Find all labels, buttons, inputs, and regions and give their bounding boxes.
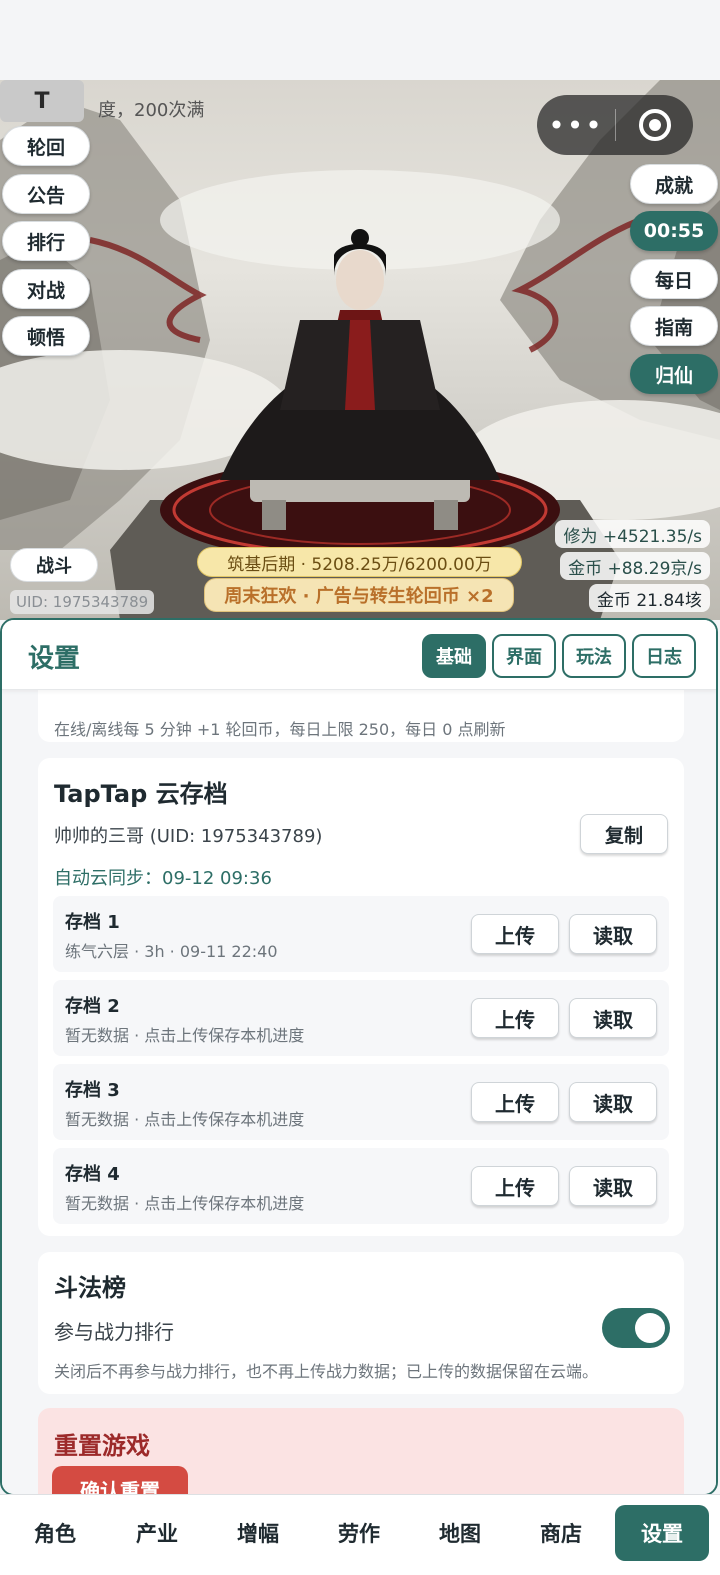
cloud-user: 帅帅的三哥 (UID: 1975343789)	[54, 826, 323, 847]
mini-program-capsule: •••	[537, 95, 693, 155]
announcement-button[interactable]: 公告	[2, 174, 90, 214]
close-capsule-button[interactable]	[616, 109, 693, 141]
settings-title: 设置	[28, 644, 81, 674]
timer-button[interactable]: 00:55	[630, 211, 718, 251]
settings-scroll[interactable]: 在线/离线每 5 分钟 +1 轮回币，每日上限 250，每日 0 点刷新 Tap…	[2, 620, 716, 1494]
realm-progress: 筑基后期 · 5208.25万/6200.00万	[197, 547, 522, 577]
upload-button[interactable]: 上传	[471, 1166, 559, 1206]
confirm-reset-button[interactable]: 确认重置	[52, 1466, 188, 1494]
battle-button[interactable]: 战斗	[10, 548, 98, 582]
nav-settings[interactable]: 设置	[615, 1505, 709, 1561]
load-button[interactable]: 读取	[569, 1166, 657, 1206]
load-button[interactable]: 读取	[569, 914, 657, 954]
ranking-title: 斗法榜	[54, 1274, 126, 1302]
tab-log[interactable]: 日志	[632, 634, 696, 678]
slot-name: 存档 3	[65, 1080, 120, 1101]
daily-button[interactable]: 每日	[630, 259, 718, 299]
save-slot: 存档 1 练气六层 · 3h · 09-11 22:40 上传 读取	[53, 896, 669, 972]
nav-boost[interactable]: 增幅	[211, 1505, 305, 1561]
more-menu-button[interactable]: •••	[537, 109, 615, 142]
uid-label: UID: 1975343789	[10, 590, 155, 614]
slot-name: 存档 2	[65, 996, 120, 1017]
pvp-button[interactable]: 对战	[2, 269, 90, 309]
ranking-card: 斗法榜 参与战力排行 关闭后不再参与战力排行，也不再上传战力数据；已上传的数据保…	[38, 1252, 684, 1394]
achievement-button[interactable]: 成就	[630, 164, 718, 204]
toggle-knob	[635, 1313, 665, 1343]
load-button[interactable]: 读取	[569, 998, 657, 1038]
nav-map[interactable]: 地图	[413, 1505, 507, 1561]
weekend-banner[interactable]: 周末狂欢 · 广告与转生轮回币 ×2	[204, 578, 514, 612]
ranking-toggle[interactable]	[602, 1308, 670, 1348]
upload-button[interactable]: 上传	[471, 998, 559, 1038]
load-button[interactable]: 读取	[569, 1082, 657, 1122]
slot-desc: 暂无数据 · 点击上传保存本机进度	[65, 1110, 305, 1129]
save-slot: 存档 3 暂无数据 · 点击上传保存本机进度 上传 读取	[53, 1064, 669, 1140]
upload-button[interactable]: 上传	[471, 1082, 559, 1122]
reset-title: 重置游戏	[54, 1432, 150, 1460]
tab-basic[interactable]: 基础	[422, 634, 486, 678]
slot-desc: 暂无数据 · 点击上传保存本机进度	[65, 1194, 305, 1213]
slot-desc: 练气六层 · 3h · 09-11 22:40	[65, 942, 278, 961]
ranking-button[interactable]: 排行	[2, 221, 90, 261]
settings-header: 设置 基础 界面 玩法 日志	[2, 620, 716, 690]
slot-name: 存档 1	[65, 912, 120, 933]
nav-industry[interactable]: 产业	[110, 1505, 204, 1561]
save-slot: 存档 4 暂无数据 · 点击上传保存本机进度 上传 读取	[53, 1148, 669, 1224]
ascend-button[interactable]: 归仙	[630, 354, 718, 394]
slot-desc: 暂无数据 · 点击上传保存本机进度	[65, 1026, 305, 1045]
guide-button[interactable]: 指南	[630, 306, 718, 346]
progress-hint: 度，200次满	[98, 100, 205, 121]
coin-rule-text: 在线/离线每 5 分钟 +1 轮回币，每日上限 250，每日 0 点刷新	[54, 720, 506, 739]
auto-sync-status: 自动云同步：09-12 09:36	[54, 868, 272, 889]
nav-character[interactable]: 角色	[8, 1505, 102, 1561]
app-root: T 度，200次满 轮回 公告 排行 对战 顿悟 ••• 成就 00:55 每日…	[0, 0, 720, 1575]
player-avatar[interactable]: T	[0, 80, 84, 122]
cultivation-rate: 修为 +4521.35/s	[555, 520, 710, 548]
ranking-toggle-label: 参与战力排行	[54, 1320, 174, 1344]
enlightenment-button[interactable]: 顿悟	[2, 316, 90, 356]
tab-interface[interactable]: 界面	[492, 634, 556, 678]
ranking-note: 关闭后不再参与战力排行，也不再上传战力数据；已上传的数据保留在云端。	[54, 1362, 599, 1381]
gold-total: 金币 21.84垓	[588, 584, 710, 612]
save-slot: 存档 2 暂无数据 · 点击上传保存本机进度 上传 读取	[53, 980, 669, 1056]
target-icon	[638, 109, 671, 141]
cloud-save-title: TapTap 云存档	[54, 780, 228, 808]
copy-uid-button[interactable]: 复制	[580, 814, 668, 854]
cloud-save-card: TapTap 云存档 帅帅的三哥 (UID: 1975343789) 复制 自动…	[38, 758, 684, 1236]
gold-rate: 金币 +88.29京/s	[560, 552, 710, 580]
nav-work[interactable]: 劳作	[312, 1505, 406, 1561]
reincarnation-button[interactable]: 轮回	[2, 126, 90, 166]
slot-name: 存档 4	[65, 1164, 120, 1185]
tab-gameplay[interactable]: 玩法	[562, 634, 626, 678]
settings-panel: 在线/离线每 5 分钟 +1 轮回币，每日上限 250，每日 0 点刷新 Tap…	[0, 618, 718, 1496]
nav-shop[interactable]: 商店	[514, 1505, 608, 1561]
bottom-nav: 角色 产业 增幅 劳作 地图 商店 设置	[0, 1494, 720, 1575]
reset-card: 重置游戏 确认重置	[38, 1408, 684, 1494]
upload-button[interactable]: 上传	[471, 914, 559, 954]
